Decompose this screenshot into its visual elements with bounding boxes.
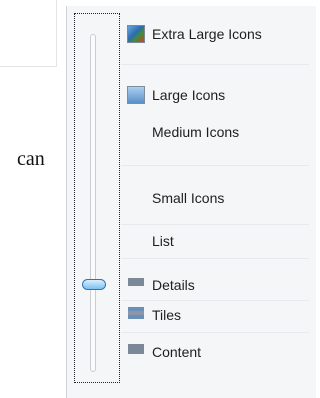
menu-item-extra-large-icons[interactable]: Extra Large Icons xyxy=(127,21,307,47)
large-icons-icon xyxy=(127,86,145,104)
menu-item-label: List xyxy=(152,233,174,249)
small-icons-icon xyxy=(127,189,145,207)
menu-item-list[interactable]: List xyxy=(127,228,307,254)
view-slider-thumb[interactable] xyxy=(82,279,106,290)
extra-large-icons-icon xyxy=(127,25,145,43)
menu-separator xyxy=(121,165,309,166)
menu-item-medium-icons[interactable]: Medium Icons xyxy=(127,119,307,145)
menu-separator xyxy=(121,64,309,65)
menu-item-large-icons[interactable]: Large Icons xyxy=(127,82,307,108)
list-icon xyxy=(127,232,145,250)
menu-item-content[interactable]: Content xyxy=(127,339,307,365)
menu-separator xyxy=(121,300,309,301)
view-slider-track[interactable] xyxy=(74,13,120,383)
view-slider-groove xyxy=(90,34,96,372)
menu-separator xyxy=(121,258,309,259)
menu-item-label: Content xyxy=(152,344,202,360)
medium-icons-icon xyxy=(127,123,145,141)
tiles-icon xyxy=(127,306,145,324)
menu-item-label: Details xyxy=(152,277,195,293)
menu-item-tiles[interactable]: Tiles xyxy=(127,302,307,328)
menu-item-label: Medium Icons xyxy=(152,124,240,140)
side-text: can xyxy=(17,148,45,170)
background-window-fragment xyxy=(0,0,57,67)
details-icon xyxy=(127,276,145,294)
menu-item-label: Extra Large Icons xyxy=(152,26,262,42)
menu-item-details[interactable]: Details xyxy=(127,272,307,298)
menu-item-small-icons[interactable]: Small Icons xyxy=(127,185,307,211)
content-icon xyxy=(127,343,145,361)
menu-item-label: Tiles xyxy=(152,307,182,323)
menu-separator xyxy=(121,332,309,333)
menu-item-label: Small Icons xyxy=(152,190,225,206)
menu-separator xyxy=(121,224,309,225)
menu-item-label: Large Icons xyxy=(152,87,226,103)
